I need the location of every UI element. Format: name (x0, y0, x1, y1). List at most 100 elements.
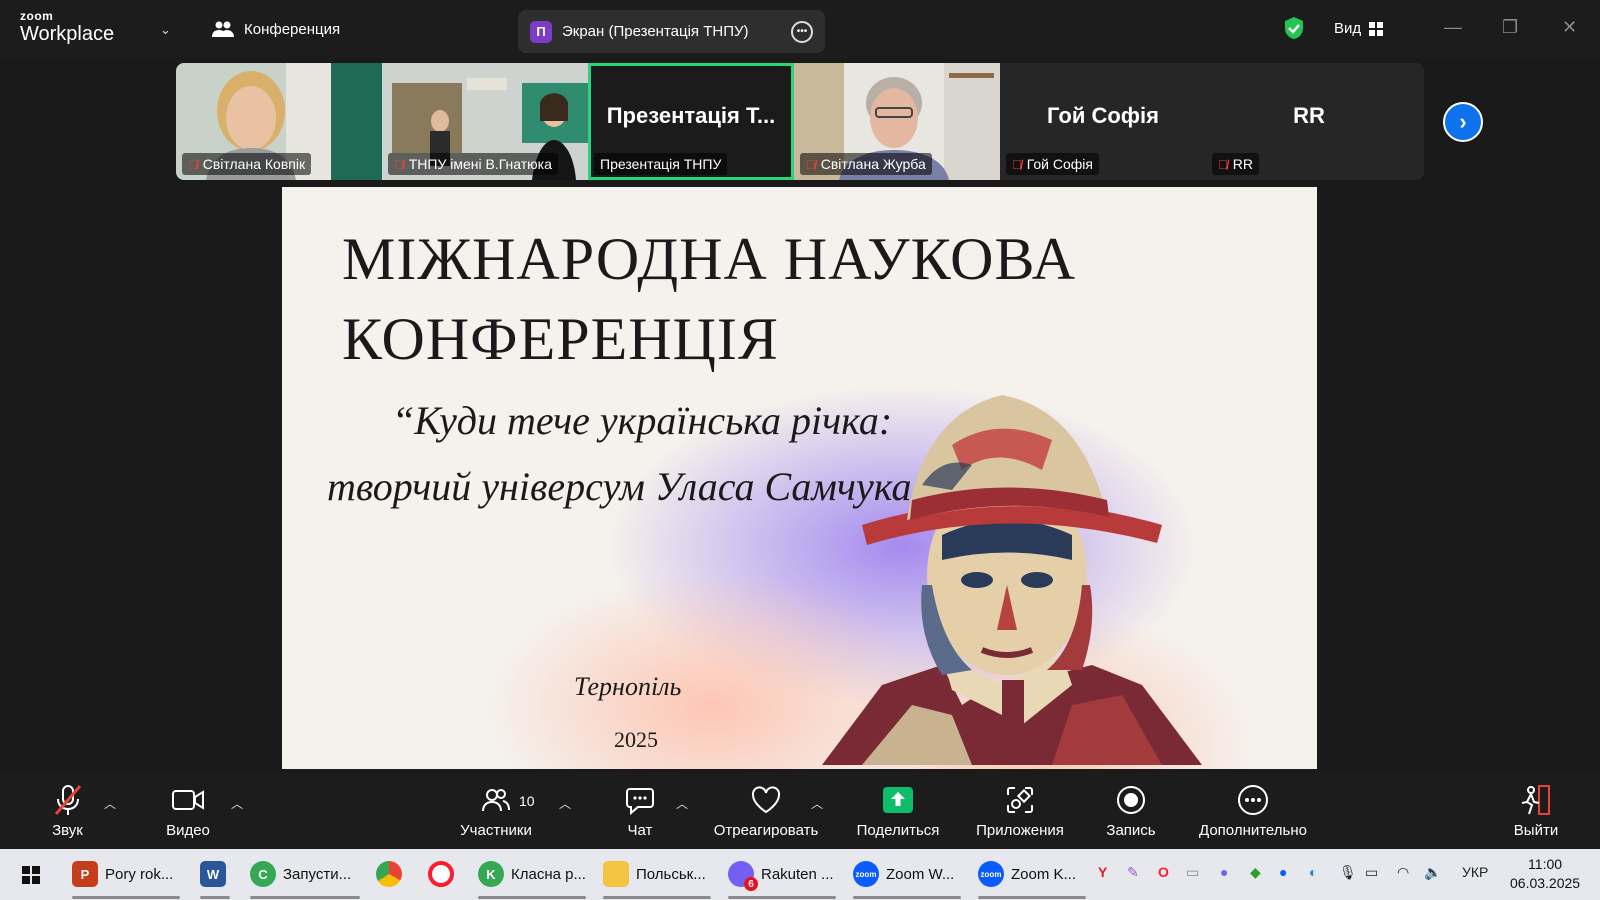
react-options-caret-icon[interactable]: ︿ (811, 795, 823, 812)
chat-icon (626, 787, 654, 815)
opera-icon (428, 861, 454, 887)
next-page-button[interactable]: › (1443, 102, 1483, 142)
participant-tile-6[interactable]: RR 🎙̸ RR (1206, 63, 1412, 180)
running-indicator (603, 896, 711, 899)
restore-icon[interactable]: ❐ (1502, 17, 1518, 38)
apps-button[interactable]: Приложения (969, 773, 1071, 849)
taskbar-app-opera[interactable] (428, 855, 458, 893)
taskbar-app-chrome-2[interactable] (376, 855, 406, 893)
opera-tray-icon[interactable]: O (1158, 864, 1169, 880)
participants-button[interactable]: Участники (455, 773, 537, 849)
viber-tray-icon[interactable]: ● (1220, 864, 1228, 880)
share-title: Экран (Презентація ТНПУ) (562, 23, 749, 40)
taskbar-app-chrome-3[interactable]: K Класна р... (478, 855, 586, 899)
participant-big-name: Презентація Т... (606, 103, 776, 128)
edge-tray-icon[interactable]: ◐ (1309, 864, 1317, 880)
participant-name: ТНПУ імені В.Гнатюка (408, 156, 552, 172)
yandex-tray-icon[interactable]: Y (1098, 864, 1107, 880)
audio-options-caret-icon[interactable]: ︿ (104, 795, 116, 812)
participant-name-tag: 🎙̸ Світлана Журба (800, 153, 932, 175)
participant-tile-2[interactable]: 🎙̸ ТНПУ імені В.Гнатюка (382, 63, 588, 180)
video-strip: 🎙̸ Світлана Ковпік 🎙̸ ТНПУ імені В.Гнатюка… (176, 63, 1424, 180)
volume-icon[interactable]: 🔈 (1424, 864, 1441, 881)
slide-subtitle-line1: “Куди тече українська річка: (392, 398, 893, 443)
zoom-icon: zoom (978, 861, 1004, 887)
powerpoint-icon: P (72, 861, 98, 887)
taskbar-app-zoom-1[interactable]: zoom Zoom W... (853, 855, 961, 899)
taskbar-app-zoom-2[interactable]: zoom Zoom K... (978, 855, 1086, 899)
minimize-icon[interactable]: — (1444, 17, 1462, 38)
leave-label: Выйти (1513, 821, 1559, 839)
app-tray-icon[interactable]: ◆ (1250, 864, 1261, 881)
notification-badge: 6 (744, 877, 758, 891)
taskbar-app-viber[interactable]: 6 Rakuten ... (728, 855, 836, 899)
participants-icon (482, 788, 510, 811)
video-camera-icon (172, 789, 204, 810)
taskbar-app-label: Zoom K... (1011, 865, 1077, 883)
mic-muted-icon: 🎙̸ (806, 156, 816, 172)
zoom-tray-icon[interactable]: ● (1279, 864, 1287, 880)
share-screen-icon (883, 786, 913, 813)
meeting-title-button[interactable]: Конференция (212, 20, 340, 38)
chat-options-caret-icon[interactable]: ︿ (676, 795, 688, 812)
chevron-right-icon: › (1459, 109, 1467, 134)
microphone-tray-icon[interactable]: 🎙 (1339, 864, 1357, 881)
language-indicator[interactable]: УКР (1462, 864, 1488, 880)
taskbar-app-chrome-1[interactable]: C Запусти... (250, 855, 360, 899)
top-bar: zoom Workplace ⌄ Конференция П Экран (Пр… (0, 0, 1600, 58)
camera-tray-icon[interactable]: ▭ (1186, 864, 1199, 881)
slide-year: 2025 (614, 727, 658, 752)
participant-name: Презентація ТНПУ (600, 156, 722, 172)
participants-options-caret-icon[interactable]: ︿ (559, 795, 571, 812)
video-button[interactable]: Видео (163, 773, 213, 849)
video-options-caret-icon[interactable]: ︿ (231, 795, 243, 812)
chrome-icon: K (478, 861, 504, 887)
participants-label: Участники (460, 821, 532, 839)
participant-big-name: RR (1293, 103, 1325, 128)
more-options-icon[interactable]: ••• (791, 20, 813, 43)
wifi-icon[interactable]: ◠ (1397, 864, 1409, 881)
more-button[interactable]: Дополнительно (1192, 773, 1314, 849)
participant-tile-3[interactable]: Презентація Т... Презентація ТНПУ (588, 63, 794, 180)
grid-icon (1369, 21, 1384, 36)
taskbar-app-word[interactable]: W (200, 855, 230, 899)
logo-line2: Workplace (20, 23, 115, 45)
react-button[interactable]: Отреагировать (708, 773, 824, 849)
zoom-icon: zoom (853, 861, 879, 887)
chevron-down-icon[interactable]: ⌄ (160, 22, 171, 38)
view-label: Вид (1334, 20, 1362, 37)
slide-title-line2: КОНФЕРЕНЦІЯ (342, 306, 779, 372)
pen-tray-icon[interactable]: ✎ (1127, 864, 1139, 881)
record-icon (1117, 785, 1145, 814)
leave-door-icon (1521, 784, 1550, 815)
more-label: Дополнительно (1199, 821, 1307, 839)
mic-muted-icon: 🎙̸ (188, 156, 198, 172)
participant-tile-5[interactable]: Гой Софія 🎙̸ Гой Софія (1000, 63, 1206, 180)
leave-button[interactable]: Выйти (1508, 773, 1564, 849)
encryption-shield-icon[interactable] (1283, 16, 1305, 40)
heart-icon (751, 786, 781, 813)
system-clock[interactable]: 11:00 06.03.2025 (1510, 855, 1580, 893)
close-icon[interactable]: ✕ (1562, 17, 1577, 38)
taskbar-app-powerpoint[interactable]: P Pory rok... (72, 855, 180, 899)
meeting-toolbar: Звук ︿ Видео ︿ Участники 10 ︿ Чат ︿ Отре… (0, 773, 1600, 849)
share-status-pill[interactable]: П Экран (Презентація ТНПУ) ••• (518, 10, 825, 53)
participant-tile-1[interactable]: 🎙̸ Світлана Ковпік (176, 63, 382, 180)
taskbar-app-label: Pory rok... (105, 865, 174, 883)
share-button[interactable]: Поделиться (852, 773, 944, 849)
participants-count: 10 (519, 793, 535, 809)
slide-title-line1: МІЖНАРОДНА НАУКОВА (342, 226, 1077, 292)
record-button[interactable]: Запись (1103, 773, 1159, 849)
taskbar-app-label: Класна р... (511, 865, 586, 883)
zoom-logo: zoom Workplace (20, 10, 114, 44)
audio-button[interactable]: Звук (45, 773, 90, 849)
running-indicator (200, 896, 230, 899)
clock-date: 06.03.2025 (1510, 875, 1581, 891)
battery-icon[interactable]: ▭ (1365, 864, 1378, 881)
windows-start-icon[interactable] (22, 866, 40, 884)
view-button[interactable]: Вид (1334, 20, 1384, 37)
taskbar-app-explorer[interactable]: Польськ... (603, 855, 711, 899)
chat-button[interactable]: Чат (620, 773, 660, 849)
running-indicator (72, 896, 180, 899)
participant-tile-4[interactable]: 🎙̸ Світлана Журба (794, 63, 1000, 180)
